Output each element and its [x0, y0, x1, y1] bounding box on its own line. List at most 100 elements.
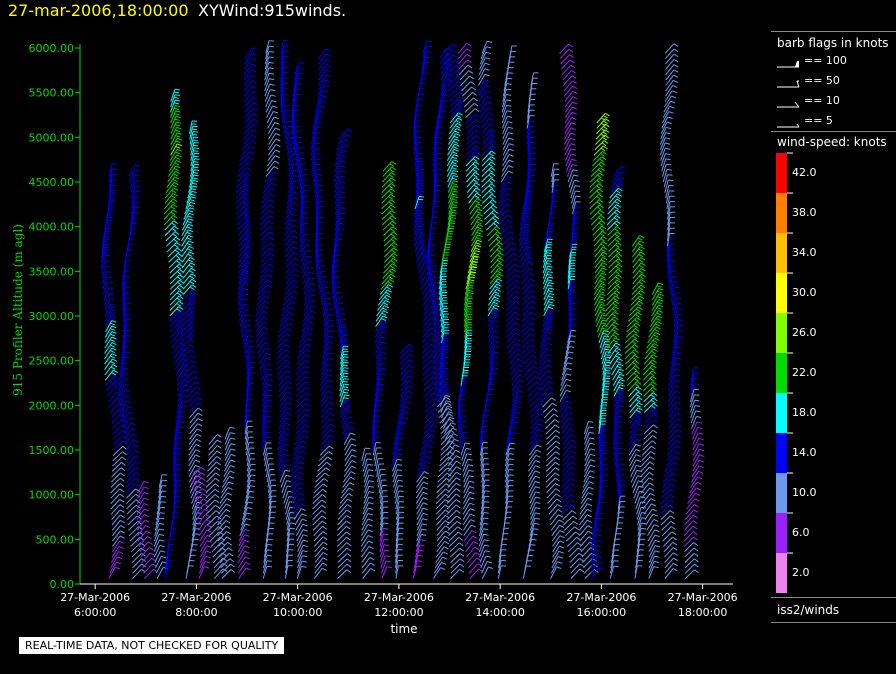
- wind-barb: [613, 379, 621, 392]
- wind-barb-flag: [179, 421, 185, 424]
- wind-barb-flag: [328, 330, 335, 333]
- wind-barb-flag: [458, 86, 463, 90]
- wind-barb-flag: [494, 314, 500, 318]
- wind-barb: [320, 390, 329, 403]
- wind-barb-flag: [175, 105, 181, 108]
- wind-barb-flag: [392, 231, 398, 236]
- wind-barb-flag: [143, 497, 149, 501]
- wind-barb-flag: [188, 270, 194, 274]
- wind-barb-flag: [189, 281, 195, 285]
- wind-barb-flag: [191, 360, 197, 364]
- wind-barb: [432, 347, 441, 360]
- wind-barb-flag: [506, 192, 512, 196]
- wind-barb: [559, 43, 569, 54]
- wind-barb-flag: [196, 433, 202, 437]
- wind-barb-flag: [245, 319, 251, 322]
- wind-barb-flag: [110, 366, 116, 370]
- wind-barb: [530, 418, 540, 429]
- wind-barb: [266, 105, 273, 118]
- wind-barb-flag: [247, 507, 253, 510]
- wind-barb-flag: [615, 276, 620, 281]
- wind-barb-flag: [519, 379, 524, 383]
- wind-barb-flag: [382, 315, 388, 319]
- wind-barb-flag: [143, 486, 149, 490]
- wind-barb-flag: [294, 273, 299, 278]
- wind-barb-flag: [525, 234, 531, 238]
- wind-barb-flag: [177, 276, 182, 281]
- wind-barb-flag: [589, 470, 595, 473]
- wind-barb-flag: [351, 454, 357, 458]
- wind-barb-flag: [324, 472, 330, 477]
- wind-barb-flag: [601, 490, 607, 493]
- wind-barb: [458, 53, 468, 65]
- wind-barb-flag: [193, 180, 199, 182]
- wind-barb-flag: [190, 201, 196, 205]
- wind-barb-flag: [110, 303, 116, 306]
- wind-barb-flag: [188, 308, 194, 313]
- wind-barb-flag: [244, 227, 250, 231]
- wind-barb-flag: [570, 433, 576, 438]
- wind-barb-flag: [230, 437, 236, 440]
- wind-barb: [257, 342, 266, 354]
- wind-barb: [564, 132, 572, 145]
- wind-barb-flag: [450, 214, 456, 217]
- wind-barb-flag: [299, 497, 305, 501]
- wind-barb-flag: [390, 204, 396, 209]
- wind-barb: [303, 283, 312, 295]
- wind-barb: [498, 187, 508, 199]
- wind-barb-flag: [571, 75, 577, 79]
- wind-barb-flag: [305, 249, 311, 252]
- wind-barb: [432, 303, 439, 317]
- wind-barb-flag: [380, 317, 387, 321]
- wind-barb-flag: [302, 529, 308, 532]
- wind-barb-flag: [531, 354, 537, 359]
- wind-barb-flag: [443, 367, 449, 370]
- wind-barb-flag: [126, 400, 132, 404]
- wind-barb-flag: [286, 333, 292, 338]
- wind-barb-flag: [326, 297, 332, 300]
- wind-barb: [522, 278, 531, 290]
- wind-barb-flag: [531, 538, 537, 541]
- wind-barb: [561, 477, 572, 488]
- wind-barb-flag: [474, 108, 480, 112]
- wind-barb-flag: [293, 251, 299, 256]
- wind-barb-flag: [244, 314, 250, 317]
- wind-barb-flag: [488, 190, 494, 195]
- wind-barb-flag: [173, 91, 179, 94]
- wind-barb-flag: [459, 568, 465, 573]
- wind-barb-flag: [267, 368, 273, 371]
- wind-barb-flag: [343, 397, 349, 399]
- wind-barb: [282, 301, 293, 311]
- wind-barb-flag: [173, 225, 179, 230]
- wind-barb: [320, 374, 329, 386]
- wind-barb-flag: [392, 226, 397, 230]
- wind-barb: [175, 363, 184, 376]
- wind-barb-flag: [530, 169, 536, 171]
- wind-barb-flag: [350, 471, 356, 475]
- wind-barb-flag: [570, 477, 576, 482]
- wind-barb: [243, 63, 253, 76]
- wind-barb-flag: [546, 268, 552, 271]
- wind-barb: [508, 348, 518, 360]
- wind-barb-flag: [266, 357, 272, 361]
- wind-barb-flag: [483, 522, 489, 525]
- wind-barb-flag: [188, 313, 194, 318]
- wind-barb-flag: [547, 312, 554, 315]
- wind-barb-flag: [531, 305, 536, 310]
- wind-barb-flag: [570, 137, 576, 141]
- wind-barb: [439, 451, 450, 462]
- wind-barb-flag: [351, 443, 357, 447]
- wind-barb-flag: [111, 347, 117, 351]
- wind-barb-flag: [196, 438, 202, 442]
- wind-barb-flag: [598, 512, 604, 515]
- wind-barb-flag: [388, 201, 394, 206]
- wind-barb-flag: [227, 487, 233, 491]
- wind-barb-flag: [442, 556, 448, 560]
- wind-barb-flag: [245, 518, 251, 521]
- wind-barb: [182, 262, 191, 274]
- wind-barb: [299, 244, 306, 258]
- wind-barb-flag: [215, 466, 221, 471]
- wind-barb: [605, 321, 615, 333]
- wind-barb-flag: [292, 213, 297, 217]
- wind-barb-flag: [366, 453, 372, 455]
